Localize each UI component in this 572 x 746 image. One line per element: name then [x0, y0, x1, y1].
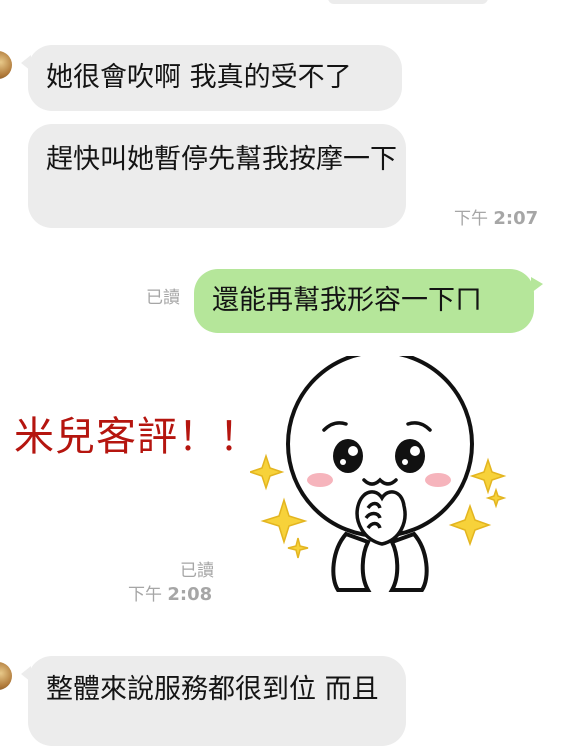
message-timestamp: 下午 2:08 — [128, 584, 213, 605]
contact-avatar[interactable] — [0, 662, 12, 690]
contact-avatar[interactable] — [0, 51, 12, 79]
message-text: 她很會吹啊 我真的受不了 — [46, 62, 352, 93]
message-bubble-incoming[interactable]: 趕快叫她暫停先幫我按摩一下 — [28, 124, 406, 228]
message-text: 趕快叫她暫停先幫我按摩一下 — [46, 144, 397, 175]
moon-sticker[interactable] — [250, 356, 520, 596]
message-bubble-incoming[interactable]: 整體來說服務都很到位 而且 — [21, 656, 406, 746]
message-bubble-outgoing[interactable]: 還能再幫我形容一下ㄇ — [194, 269, 543, 333]
review-overlay-text: 米兒客評！！ — [14, 414, 260, 460]
partial-bubble-top — [328, 0, 488, 4]
message-text: 還能再幫我形容一下ㄇ — [212, 285, 482, 316]
message-text: 整體來說服務都很到位 而且 — [46, 674, 379, 705]
message-bubble-incoming[interactable]: 她很會吹啊 我真的受不了 — [21, 45, 402, 111]
read-receipt: 已讀 — [180, 561, 214, 581]
read-receipt: 已讀 — [146, 288, 180, 308]
message-timestamp: 下午 2:07 — [454, 208, 539, 229]
